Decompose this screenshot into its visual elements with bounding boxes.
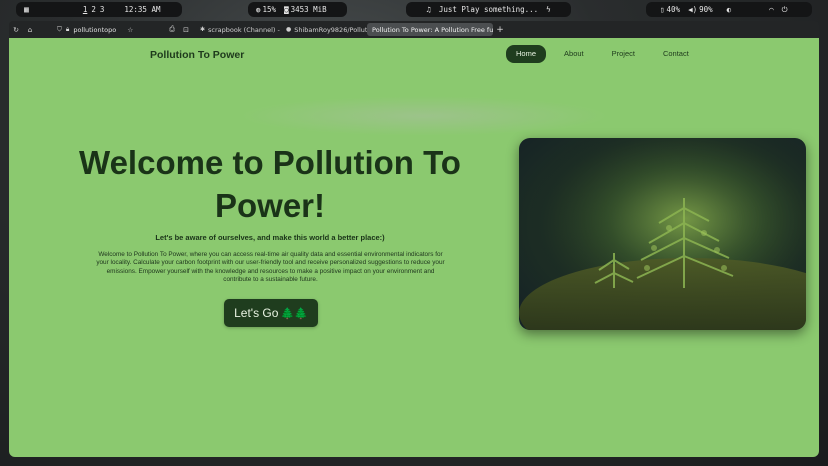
hero-subtitle: Let's be aware of ourselves, and make th…	[155, 233, 385, 242]
shield-icon[interactable]: ⛉	[57, 25, 62, 34]
tab-scrapbook[interactable]: ✱ scrapbook (Channel) - H	[195, 23, 281, 36]
status-bar: ▦ 1 2 3 12:35 AM ◍ 15% ◙ 3453 MiB ♫ Just P…	[0, 0, 828, 20]
music-note-icon: ♫	[426, 5, 431, 14]
workspace-1[interactable]: 1	[83, 5, 88, 14]
decorative-haze	[239, 96, 609, 136]
clock: 12:35 AM	[124, 5, 161, 14]
media-pill[interactable]: ♫ Just Play something... ϟ	[406, 2, 571, 17]
spotify-icon: ϟ	[546, 5, 551, 14]
theme-icon[interactable]: ◐	[727, 5, 732, 14]
wifi-icon[interactable]: ◠	[769, 5, 774, 14]
tab-pollution-to-power[interactable]: Pollution To Power: A Pollution Free fut…	[367, 23, 493, 36]
cta-label: Let's Go	[234, 306, 279, 320]
battery-icon: ▯	[660, 5, 665, 14]
lock-icon: 🔒︎	[65, 25, 70, 33]
bookmark-star-icon[interactable]: ☆	[127, 26, 133, 34]
cpu-usage: 15%	[262, 5, 277, 14]
nav-project[interactable]: Project	[602, 45, 645, 63]
nav-contact[interactable]: Contact	[653, 45, 699, 63]
volume-icon[interactable]: ◀)	[688, 5, 697, 14]
seedling-photo	[519, 138, 806, 330]
tray-pill: ▯ 40% ◀) 90% ◐ ◠ ⏻	[646, 2, 812, 17]
memory-icon: ◙	[284, 5, 289, 14]
power-icon[interactable]: ⏻	[782, 5, 788, 15]
new-tab-icon[interactable]: +	[493, 25, 507, 35]
tab-label: Pollution To Power: A Pollution Free fut…	[372, 25, 493, 34]
slack-icon: ✱	[200, 26, 206, 33]
volume-level: 90%	[699, 5, 713, 14]
cpu-icon: ◍	[256, 5, 261, 14]
workspace-2[interactable]: 2	[91, 5, 96, 14]
url-text[interactable]: pollutiontopo	[73, 26, 123, 34]
tab-github[interactable]: ● ShibamRoy9826/Pollution	[281, 23, 367, 36]
site-brand[interactable]: Pollution To Power	[150, 49, 244, 61]
extension-icon[interactable]: ⎙	[165, 25, 179, 34]
nav-home[interactable]: Home	[506, 45, 547, 63]
tab-label: ShibamRoy9826/Pollution	[294, 25, 367, 34]
downloads-icon[interactable]: ⊡	[179, 26, 193, 34]
github-icon: ●	[286, 26, 292, 33]
workspace-pill: ▦ 1 2 3 12:35 AM	[16, 2, 182, 17]
browser-toolbar: ↻ ⌂ ⛉ 🔒︎ pollutiontopo ☆ ⎙ ⊡ ✱ scrapbook…	[9, 21, 819, 38]
hero-description: Welcome to Pollution To Power, where you…	[96, 251, 445, 283]
reload-icon[interactable]: ↻	[9, 26, 23, 34]
tab-label: scrapbook (Channel) - H	[208, 25, 281, 34]
hero-image	[519, 138, 806, 330]
hero-title: Welcome to Pollution To Power!	[79, 144, 461, 224]
tree-icon: 🌲🌲	[280, 307, 308, 320]
home-icon[interactable]: ⌂	[23, 26, 37, 34]
workspace-3[interactable]: 3	[100, 5, 105, 14]
nav-about[interactable]: About	[554, 45, 594, 63]
system-stats-pill: ◍ 15% ◙ 3453 MiB	[248, 2, 347, 17]
memory-usage: 3453 MiB	[290, 5, 327, 14]
battery-level: 40%	[666, 5, 681, 14]
address-bar[interactable]: ⛉ 🔒︎ pollutiontopo ☆	[37, 25, 157, 34]
apps-menu-icon[interactable]: ▦	[24, 5, 29, 14]
web-page: Pollution To Power Home About Project Co…	[9, 38, 819, 457]
now-playing: Just Play something...	[438, 5, 539, 14]
lets-go-button[interactable]: Let's Go 🌲🌲	[224, 299, 318, 327]
site-nav: Home About Project Contact	[506, 45, 699, 63]
